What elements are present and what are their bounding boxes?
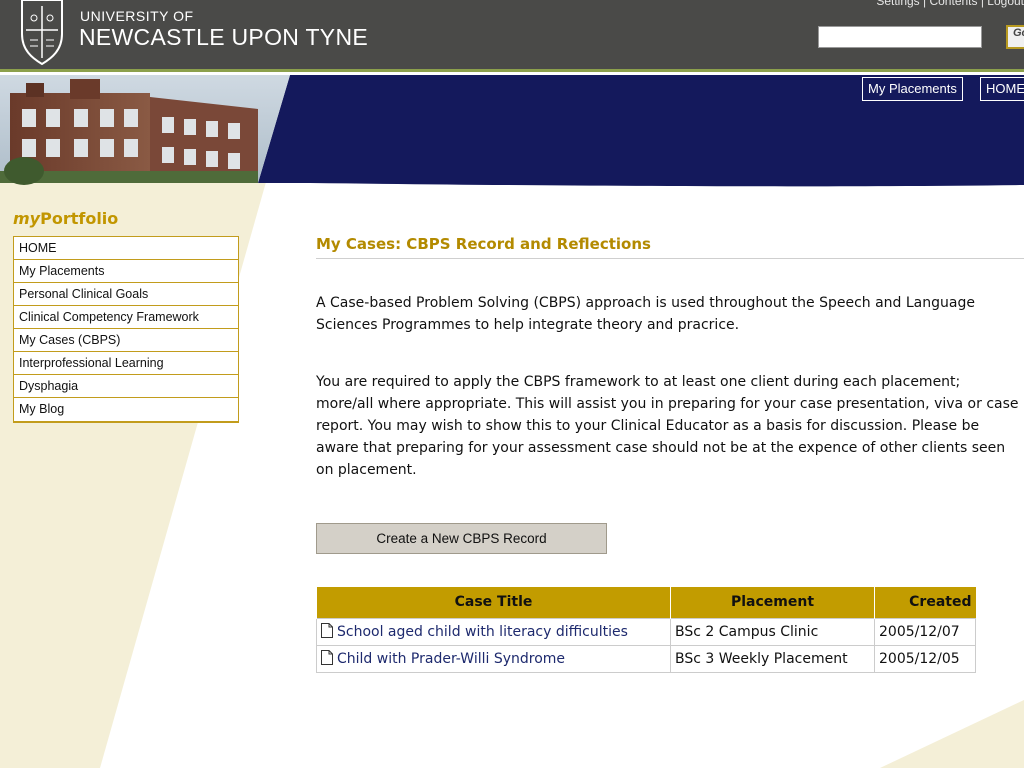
sidebar-item-my-cases[interactable]: My Cases (CBPS) [14, 329, 238, 352]
create-cbps-record-button[interactable]: Create a New CBPS Record [316, 523, 607, 554]
sidebar-item-personal-clinical-goals[interactable]: Personal Clinical Goals [14, 283, 238, 306]
sidebar-item-dysphagia[interactable]: Dysphagia [14, 375, 238, 398]
sidebar-item-clinical-competency-framework[interactable]: Clinical Competency Framework [14, 306, 238, 329]
logout-link[interactable]: Logout [987, 0, 1024, 8]
site-header: UNIVERSITY OF NEWCASTLE UPON TYNE Settin… [0, 0, 1024, 72]
case-title-link[interactable]: School aged child with literacy difficul… [337, 624, 628, 640]
requirement-paragraph: You are required to apply the CBPS frame… [316, 374, 1019, 478]
university-name-line1: UNIVERSITY OF [80, 8, 194, 24]
contents-link[interactable]: Contents [929, 0, 977, 8]
sidebar-title: myPortfolio [13, 209, 118, 228]
title-divider [316, 258, 1024, 259]
table-header-row: Case Title Placement Created [316, 587, 976, 618]
case-title-cell[interactable]: Child with Prader-Willi Syndrome [316, 644, 671, 673]
intro-paragraph: A Case-based Problem Solving (CBPS) appr… [316, 295, 975, 333]
sidebar-item-my-blog[interactable]: My Blog [14, 398, 238, 421]
page-title: My Cases: CBPS Record and Reflections [316, 235, 651, 253]
document-icon [321, 623, 333, 638]
column-header-case-title[interactable]: Case Title [316, 587, 671, 618]
sidebar-menu: HOME My Placements Personal Clinical Goa… [13, 236, 239, 423]
table-row: Child with Prader-Willi Syndrome BSc 3 W… [316, 644, 976, 673]
column-header-created[interactable]: Created [874, 587, 976, 618]
sidebar-item-my-placements[interactable]: My Placements [14, 260, 238, 283]
cases-table: Case Title Placement Created School aged… [316, 587, 976, 673]
building-photo [0, 75, 290, 185]
search-go-button[interactable]: Go [1006, 25, 1024, 49]
table-row: School aged child with literacy difficul… [316, 617, 976, 646]
placement-cell: BSc 3 Weekly Placement [670, 644, 875, 673]
column-header-placement[interactable]: Placement [670, 587, 875, 618]
case-title-link[interactable]: Child with Prader-Willi Syndrome [337, 651, 565, 667]
sidebar-item-home[interactable]: HOME [14, 237, 238, 260]
document-icon [321, 650, 333, 665]
placement-cell: BSc 2 Campus Clinic [670, 617, 875, 646]
case-title-cell[interactable]: School aged child with literacy difficul… [316, 617, 671, 646]
created-cell: 2005/12/05 [874, 644, 976, 673]
tab-home[interactable]: HOME [980, 77, 1024, 101]
settings-link[interactable]: Settings [876, 0, 919, 8]
sidebar-title-suffix: Portfolio [40, 209, 119, 228]
sidebar-title-prefix: my [13, 209, 41, 228]
utility-links: Settings | Contents | Logout [864, 0, 1024, 8]
created-cell: 2005/12/07 [874, 617, 976, 646]
search-input[interactable] [818, 26, 982, 48]
sidebar-item-interprofessional-learning[interactable]: Interprofessional Learning [14, 352, 238, 375]
university-crest-icon [21, 0, 63, 66]
university-name-line2: NEWCASTLE UPON TYNE [79, 24, 368, 50]
tab-my-placements[interactable]: My Placements [862, 77, 963, 101]
